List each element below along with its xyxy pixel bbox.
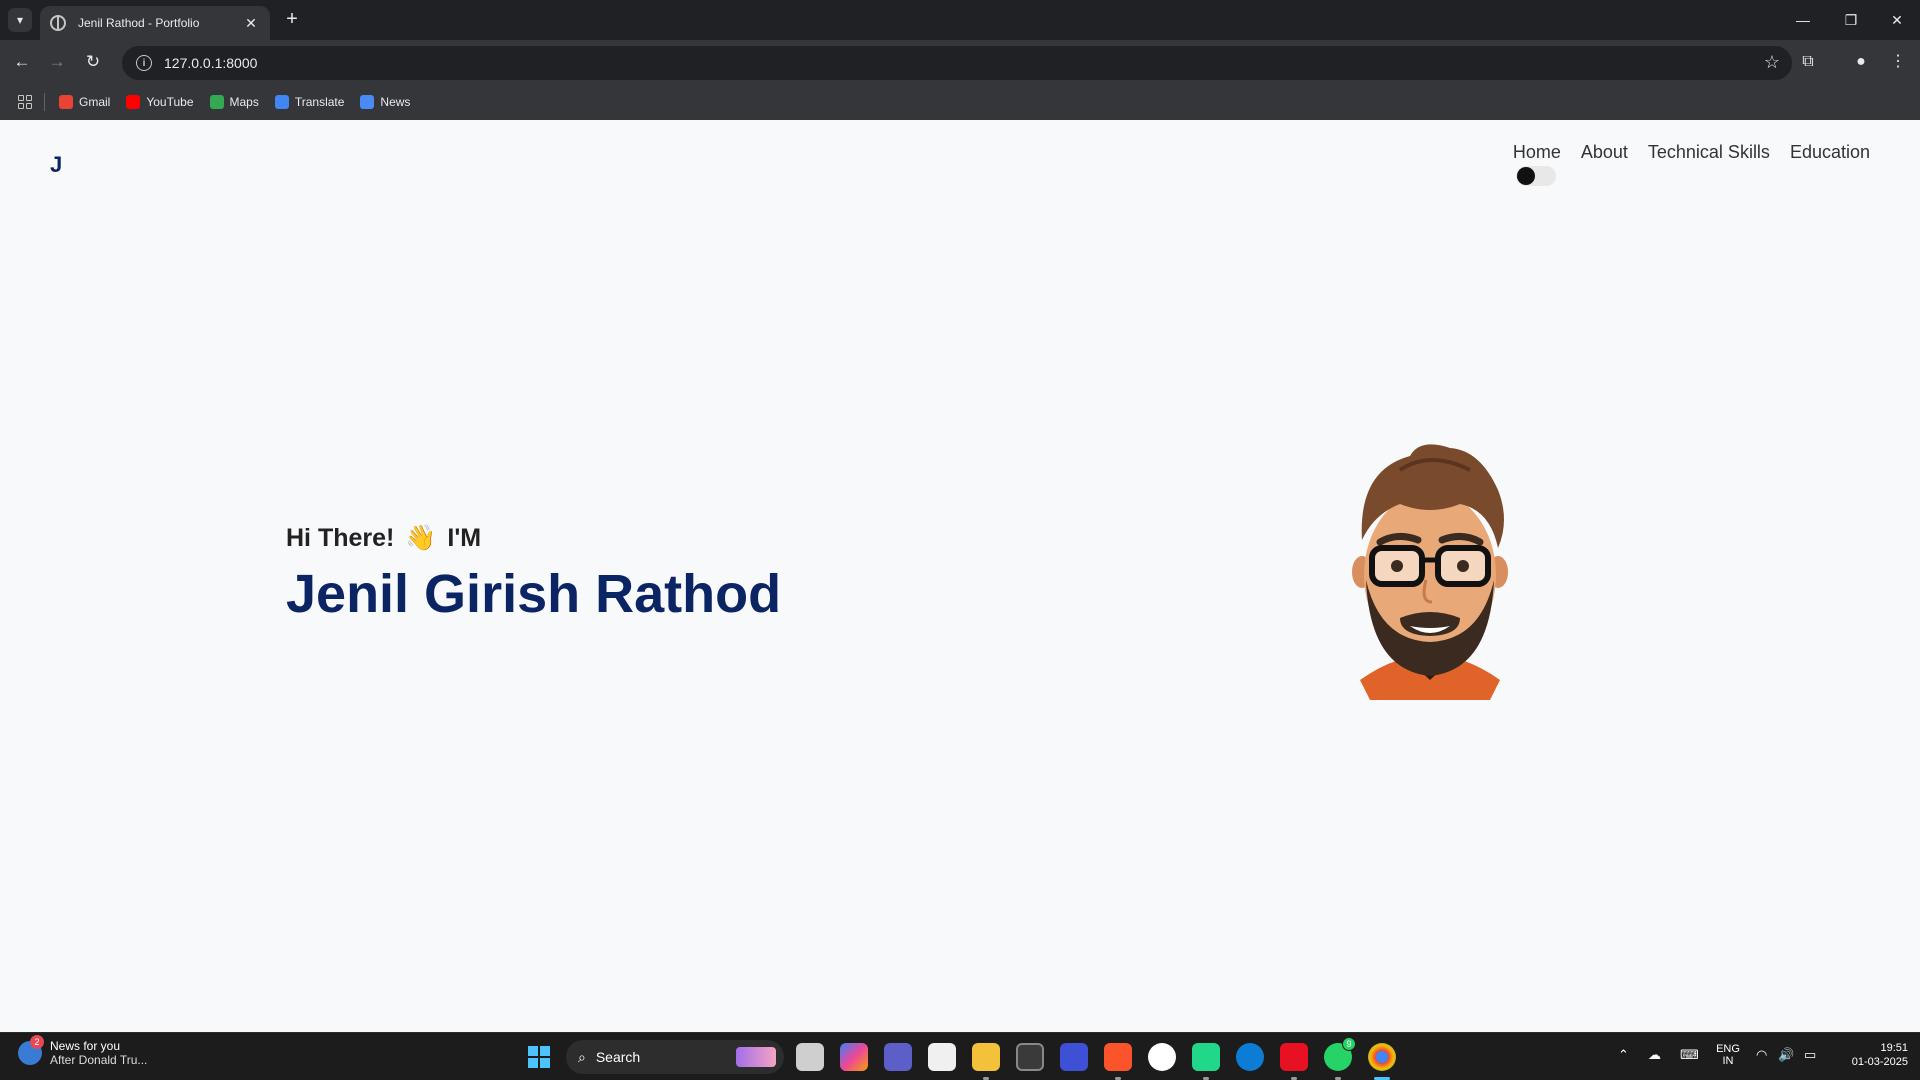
file-explorer-icon[interactable] <box>972 1043 1000 1071</box>
whatsapp-badge: 9 <box>1342 1037 1356 1051</box>
volume-icon[interactable]: 🔊 <box>1778 1047 1794 1063</box>
region-code: IN <box>1722 1055 1734 1067</box>
wifi-icon[interactable]: ◠ <box>1756 1047 1767 1063</box>
theme-toggle[interactable] <box>1516 166 1556 186</box>
tab-close-icon[interactable]: ✕ <box>242 15 260 32</box>
search-label: Search <box>595 1049 641 1065</box>
url-text: 127.0.0.1:8000 <box>164 55 258 71</box>
site-info-icon[interactable]: i <box>136 55 152 71</box>
language-code: ENG <box>1716 1043 1740 1055</box>
bookmark-label: Translate <box>294 95 345 109</box>
news-title: News for you <box>50 1039 121 1053</box>
bookmark-news[interactable]: News <box>360 95 410 109</box>
profile-avatar-icon[interactable]: ● <box>1849 50 1873 74</box>
portfolio-page: J Home About Technical Skills Education … <box>0 120 1920 1032</box>
brave-browser-icon[interactable] <box>1104 1043 1132 1071</box>
weather-news-icon: 2 <box>18 1035 44 1065</box>
bookmark-maps[interactable]: Maps <box>209 95 259 109</box>
clock-time: 19:51 <box>1880 1042 1908 1054</box>
bookmarks-divider <box>44 93 45 111</box>
main-nav: Home About Technical Skills Education <box>1513 142 1870 163</box>
extensions-puzzle-icon[interactable]: ⧉ <box>1796 50 1820 74</box>
onedrive-cloud-icon[interactable]: ☁ <box>1648 1047 1661 1063</box>
bookmark-gmail[interactable]: Gmail <box>59 95 110 109</box>
chrome-icon[interactable] <box>1368 1043 1396 1071</box>
close-window-icon[interactable]: ✕ <box>1874 6 1920 34</box>
back-arrow-icon[interactable]: ← <box>10 50 34 74</box>
avatar-illustration <box>1352 444 1508 700</box>
battery-icon[interactable]: ▭ <box>1804 1047 1816 1063</box>
clock-date: 01-03-2025 <box>1851 1056 1908 1068</box>
copilot-icon[interactable] <box>840 1043 868 1071</box>
nav-home[interactable]: Home <box>1513 142 1561 163</box>
teams-icon[interactable] <box>884 1043 912 1071</box>
site-logo[interactable]: J <box>50 152 62 178</box>
snipping-tool-icon[interactable] <box>1280 1043 1308 1071</box>
edge-browser-icon[interactable] <box>1236 1043 1264 1071</box>
greeting-suffix: I'M <box>447 524 482 552</box>
browser-tab-strip: ▾ Jenil Rathod - Portfolio ✕ + — ❐ ✕ <box>0 0 1920 40</box>
hero-greeting: Hi There! 👋 I'M <box>286 524 481 553</box>
hero-name: Jenil Girish Rathod <box>286 564 782 624</box>
nav-technical-skills[interactable]: Technical Skills <box>1648 142 1770 163</box>
waving-hand-icon: 👋 <box>405 524 437 552</box>
clock[interactable]: 19:51 01-03-2025 <box>1832 1042 1908 1068</box>
ubisoft-icon[interactable] <box>1148 1043 1176 1071</box>
forward-arrow-icon[interactable]: → <box>45 50 69 74</box>
bookmark-label: News <box>380 95 411 109</box>
news-icon <box>360 95 375 109</box>
task-view-icon[interactable] <box>796 1043 824 1071</box>
whatsapp-icon[interactable]: 9 <box>1324 1037 1356 1071</box>
translate-icon <box>274 95 289 109</box>
tab-title: Jenil Rathod - Portfolio <box>78 16 200 30</box>
bookmark-youtube[interactable]: YouTube <box>126 95 194 109</box>
language-indicator[interactable]: ENG IN <box>1708 1043 1748 1067</box>
tab-search-chevron-icon[interactable]: ▾ <box>8 8 32 32</box>
start-windows-icon[interactable] <box>528 1046 550 1068</box>
maps-icon <box>209 95 224 109</box>
toggle-knob <box>1517 167 1535 185</box>
address-bar[interactable]: i 127.0.0.1:8000 ☆ <box>122 46 1792 80</box>
restore-icon[interactable]: ❐ <box>1828 6 1874 34</box>
youtube-icon <box>126 95 141 109</box>
tray-overflow-chevron-icon[interactable]: ⌃ <box>1618 1047 1629 1063</box>
news-widget[interactable]: 2 News for you After Donald Tru... <box>18 1035 148 1067</box>
vscode-like-icon[interactable] <box>1060 1043 1088 1071</box>
pycharm-icon[interactable] <box>1192 1043 1220 1071</box>
taskbar-search-box[interactable]: ⌕ Search <box>566 1040 784 1074</box>
bookmark-label: Gmail <box>79 95 111 109</box>
bookmarks-bar: Gmail YouTube Maps Translate News <box>0 84 1920 120</box>
keyboard-icon[interactable]: ⌨ <box>1680 1047 1699 1063</box>
minimize-icon[interactable]: — <box>1780 6 1826 34</box>
bookmark-label: Maps <box>229 95 259 109</box>
nav-education[interactable]: Education <box>1790 142 1870 163</box>
bookmark-label: YouTube <box>146 95 194 109</box>
more-menu-icon[interactable]: ⋮ <box>1886 50 1910 74</box>
bookmark-translate[interactable]: Translate <box>274 95 345 109</box>
new-tab-button[interactable]: + <box>280 8 304 32</box>
apps-grid-icon[interactable] <box>18 95 32 109</box>
search-highlight-icon <box>736 1047 776 1067</box>
browser-toolbar: ← → ↻ i 127.0.0.1:8000 ☆ ⧉ ● ⋮ <box>0 40 1920 84</box>
active-tab[interactable]: Jenil Rathod - Portfolio ✕ <box>40 6 270 40</box>
reload-icon[interactable]: ↻ <box>81 50 105 74</box>
windows-taskbar: 2 News for you After Donald Tru... ⌕ Sea… <box>0 1032 1920 1080</box>
search-icon: ⌕ <box>578 1048 586 1065</box>
nav-about[interactable]: About <box>1581 142 1628 163</box>
bookmark-star-icon[interactable]: ☆ <box>1764 52 1780 73</box>
news-subtitle: After Donald Tru... <box>50 1053 148 1067</box>
gmail-icon <box>59 95 73 109</box>
microsoft-store-icon[interactable] <box>928 1043 956 1071</box>
greeting-text: Hi There! <box>286 524 395 552</box>
news-badge: 2 <box>30 1035 44 1049</box>
unity-hub-icon[interactable] <box>1016 1043 1044 1071</box>
globe-icon <box>50 15 66 31</box>
